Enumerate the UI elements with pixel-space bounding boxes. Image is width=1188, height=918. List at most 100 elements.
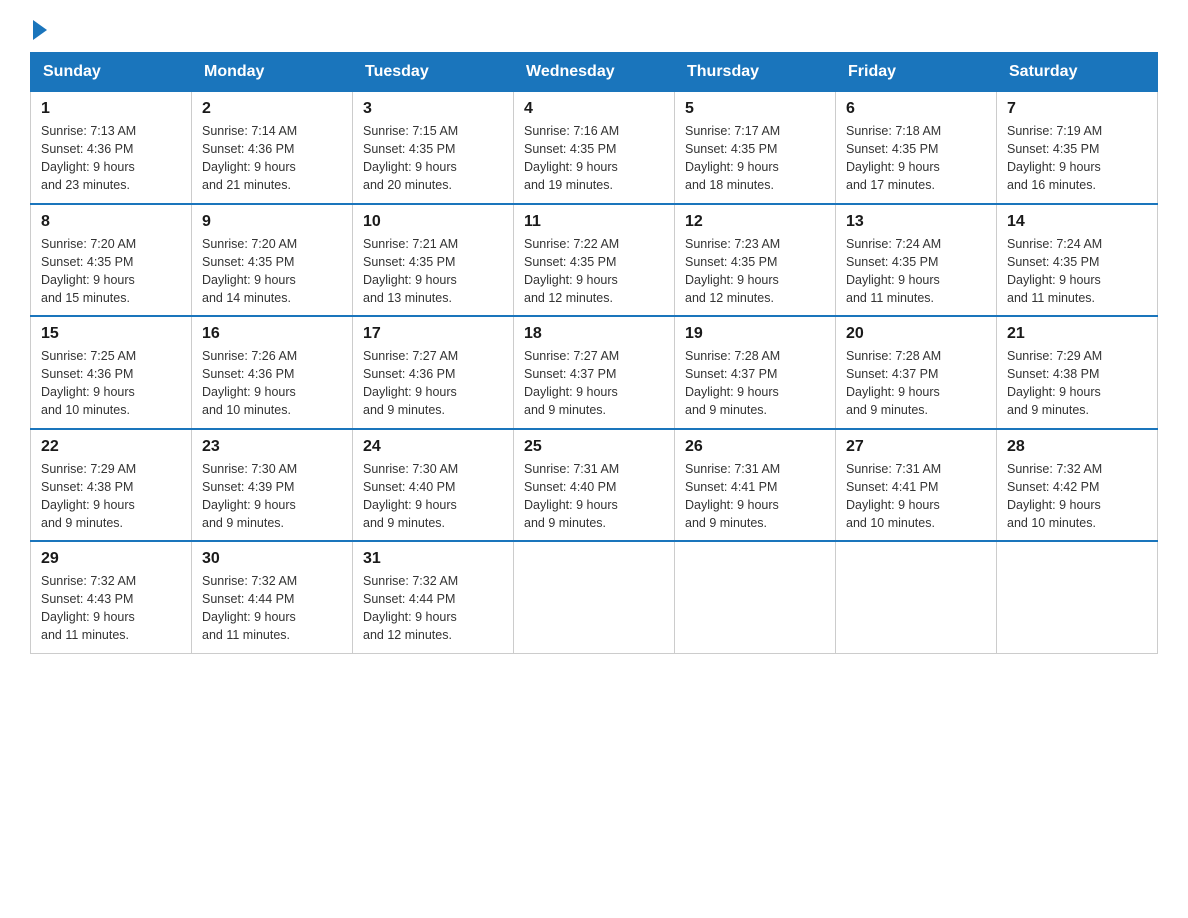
day-number: 13 [846, 213, 986, 231]
calendar-table: SundayMondayTuesdayWednesdayThursdayFrid… [30, 52, 1158, 654]
day-number: 17 [363, 325, 503, 343]
day-info: Sunrise: 7:17 AM Sunset: 4:35 PM Dayligh… [685, 122, 825, 195]
day-of-week-header: Tuesday [353, 53, 514, 92]
day-number: 14 [1007, 213, 1147, 231]
day-number: 31 [363, 550, 503, 568]
calendar-week-row: 15 Sunrise: 7:25 AM Sunset: 4:36 PM Dayl… [31, 316, 1158, 429]
day-info: Sunrise: 7:18 AM Sunset: 4:35 PM Dayligh… [846, 122, 986, 195]
day-number: 12 [685, 213, 825, 231]
calendar-day-cell [675, 541, 836, 653]
day-number: 5 [685, 100, 825, 118]
calendar-day-cell: 12 Sunrise: 7:23 AM Sunset: 4:35 PM Dayl… [675, 204, 836, 317]
page-header [30, 20, 1158, 36]
day-of-week-header: Thursday [675, 53, 836, 92]
calendar-day-cell [836, 541, 997, 653]
day-number: 27 [846, 438, 986, 456]
day-info: Sunrise: 7:27 AM Sunset: 4:36 PM Dayligh… [363, 347, 503, 420]
calendar-day-cell: 18 Sunrise: 7:27 AM Sunset: 4:37 PM Dayl… [514, 316, 675, 429]
calendar-day-cell: 29 Sunrise: 7:32 AM Sunset: 4:43 PM Dayl… [31, 541, 192, 653]
day-number: 7 [1007, 100, 1147, 118]
calendar-day-cell: 13 Sunrise: 7:24 AM Sunset: 4:35 PM Dayl… [836, 204, 997, 317]
day-info: Sunrise: 7:15 AM Sunset: 4:35 PM Dayligh… [363, 122, 503, 195]
calendar-day-cell: 2 Sunrise: 7:14 AM Sunset: 4:36 PM Dayli… [192, 92, 353, 204]
day-info: Sunrise: 7:25 AM Sunset: 4:36 PM Dayligh… [41, 347, 181, 420]
calendar-day-cell: 7 Sunrise: 7:19 AM Sunset: 4:35 PM Dayli… [997, 92, 1158, 204]
calendar-day-cell: 25 Sunrise: 7:31 AM Sunset: 4:40 PM Dayl… [514, 429, 675, 542]
day-info: Sunrise: 7:14 AM Sunset: 4:36 PM Dayligh… [202, 122, 342, 195]
day-number: 1 [41, 100, 181, 118]
day-info: Sunrise: 7:32 AM Sunset: 4:42 PM Dayligh… [1007, 460, 1147, 533]
day-number: 6 [846, 100, 986, 118]
day-info: Sunrise: 7:22 AM Sunset: 4:35 PM Dayligh… [524, 235, 664, 308]
calendar-day-cell [997, 541, 1158, 653]
calendar-day-cell: 28 Sunrise: 7:32 AM Sunset: 4:42 PM Dayl… [997, 429, 1158, 542]
day-info: Sunrise: 7:19 AM Sunset: 4:35 PM Dayligh… [1007, 122, 1147, 195]
calendar-day-cell: 19 Sunrise: 7:28 AM Sunset: 4:37 PM Dayl… [675, 316, 836, 429]
day-info: Sunrise: 7:29 AM Sunset: 4:38 PM Dayligh… [41, 460, 181, 533]
day-info: Sunrise: 7:23 AM Sunset: 4:35 PM Dayligh… [685, 235, 825, 308]
day-of-week-header: Wednesday [514, 53, 675, 92]
day-info: Sunrise: 7:30 AM Sunset: 4:39 PM Dayligh… [202, 460, 342, 533]
calendar-day-cell: 14 Sunrise: 7:24 AM Sunset: 4:35 PM Dayl… [997, 204, 1158, 317]
day-info: Sunrise: 7:31 AM Sunset: 4:40 PM Dayligh… [524, 460, 664, 533]
day-info: Sunrise: 7:24 AM Sunset: 4:35 PM Dayligh… [846, 235, 986, 308]
calendar-week-row: 22 Sunrise: 7:29 AM Sunset: 4:38 PM Dayl… [31, 429, 1158, 542]
day-number: 4 [524, 100, 664, 118]
day-number: 21 [1007, 325, 1147, 343]
calendar-day-cell: 3 Sunrise: 7:15 AM Sunset: 4:35 PM Dayli… [353, 92, 514, 204]
day-number: 3 [363, 100, 503, 118]
day-number: 30 [202, 550, 342, 568]
day-number: 8 [41, 213, 181, 231]
calendar-day-cell: 9 Sunrise: 7:20 AM Sunset: 4:35 PM Dayli… [192, 204, 353, 317]
day-info: Sunrise: 7:21 AM Sunset: 4:35 PM Dayligh… [363, 235, 503, 308]
calendar-day-cell: 22 Sunrise: 7:29 AM Sunset: 4:38 PM Dayl… [31, 429, 192, 542]
calendar-week-row: 29 Sunrise: 7:32 AM Sunset: 4:43 PM Dayl… [31, 541, 1158, 653]
day-number: 15 [41, 325, 181, 343]
day-info: Sunrise: 7:29 AM Sunset: 4:38 PM Dayligh… [1007, 347, 1147, 420]
day-number: 9 [202, 213, 342, 231]
calendar-day-cell: 4 Sunrise: 7:16 AM Sunset: 4:35 PM Dayli… [514, 92, 675, 204]
day-info: Sunrise: 7:28 AM Sunset: 4:37 PM Dayligh… [846, 347, 986, 420]
logo-text [30, 20, 47, 40]
day-number: 18 [524, 325, 664, 343]
day-info: Sunrise: 7:26 AM Sunset: 4:36 PM Dayligh… [202, 347, 342, 420]
day-of-week-header: Monday [192, 53, 353, 92]
calendar-day-cell: 8 Sunrise: 7:20 AM Sunset: 4:35 PM Dayli… [31, 204, 192, 317]
day-info: Sunrise: 7:32 AM Sunset: 4:44 PM Dayligh… [363, 572, 503, 645]
day-number: 25 [524, 438, 664, 456]
calendar-day-cell: 17 Sunrise: 7:27 AM Sunset: 4:36 PM Dayl… [353, 316, 514, 429]
day-number: 19 [685, 325, 825, 343]
calendar-week-row: 1 Sunrise: 7:13 AM Sunset: 4:36 PM Dayli… [31, 92, 1158, 204]
calendar-header-row: SundayMondayTuesdayWednesdayThursdayFrid… [31, 53, 1158, 92]
day-number: 28 [1007, 438, 1147, 456]
calendar-day-cell: 5 Sunrise: 7:17 AM Sunset: 4:35 PM Dayli… [675, 92, 836, 204]
calendar-day-cell: 6 Sunrise: 7:18 AM Sunset: 4:35 PM Dayli… [836, 92, 997, 204]
day-number: 22 [41, 438, 181, 456]
day-of-week-header: Friday [836, 53, 997, 92]
calendar-day-cell: 15 Sunrise: 7:25 AM Sunset: 4:36 PM Dayl… [31, 316, 192, 429]
calendar-day-cell: 10 Sunrise: 7:21 AM Sunset: 4:35 PM Dayl… [353, 204, 514, 317]
day-info: Sunrise: 7:31 AM Sunset: 4:41 PM Dayligh… [685, 460, 825, 533]
calendar-week-row: 8 Sunrise: 7:20 AM Sunset: 4:35 PM Dayli… [31, 204, 1158, 317]
day-number: 16 [202, 325, 342, 343]
day-number: 11 [524, 213, 664, 231]
day-number: 20 [846, 325, 986, 343]
day-of-week-header: Saturday [997, 53, 1158, 92]
day-info: Sunrise: 7:20 AM Sunset: 4:35 PM Dayligh… [202, 235, 342, 308]
day-info: Sunrise: 7:13 AM Sunset: 4:36 PM Dayligh… [41, 122, 181, 195]
day-info: Sunrise: 7:27 AM Sunset: 4:37 PM Dayligh… [524, 347, 664, 420]
day-info: Sunrise: 7:31 AM Sunset: 4:41 PM Dayligh… [846, 460, 986, 533]
day-info: Sunrise: 7:16 AM Sunset: 4:35 PM Dayligh… [524, 122, 664, 195]
logo-arrow-icon [33, 20, 47, 40]
day-info: Sunrise: 7:32 AM Sunset: 4:43 PM Dayligh… [41, 572, 181, 645]
day-number: 10 [363, 213, 503, 231]
calendar-day-cell: 20 Sunrise: 7:28 AM Sunset: 4:37 PM Dayl… [836, 316, 997, 429]
day-number: 23 [202, 438, 342, 456]
calendar-day-cell: 27 Sunrise: 7:31 AM Sunset: 4:41 PM Dayl… [836, 429, 997, 542]
calendar-day-cell: 31 Sunrise: 7:32 AM Sunset: 4:44 PM Dayl… [353, 541, 514, 653]
day-info: Sunrise: 7:24 AM Sunset: 4:35 PM Dayligh… [1007, 235, 1147, 308]
calendar-day-cell: 16 Sunrise: 7:26 AM Sunset: 4:36 PM Dayl… [192, 316, 353, 429]
calendar-day-cell [514, 541, 675, 653]
calendar-day-cell: 21 Sunrise: 7:29 AM Sunset: 4:38 PM Dayl… [997, 316, 1158, 429]
calendar-day-cell: 24 Sunrise: 7:30 AM Sunset: 4:40 PM Dayl… [353, 429, 514, 542]
